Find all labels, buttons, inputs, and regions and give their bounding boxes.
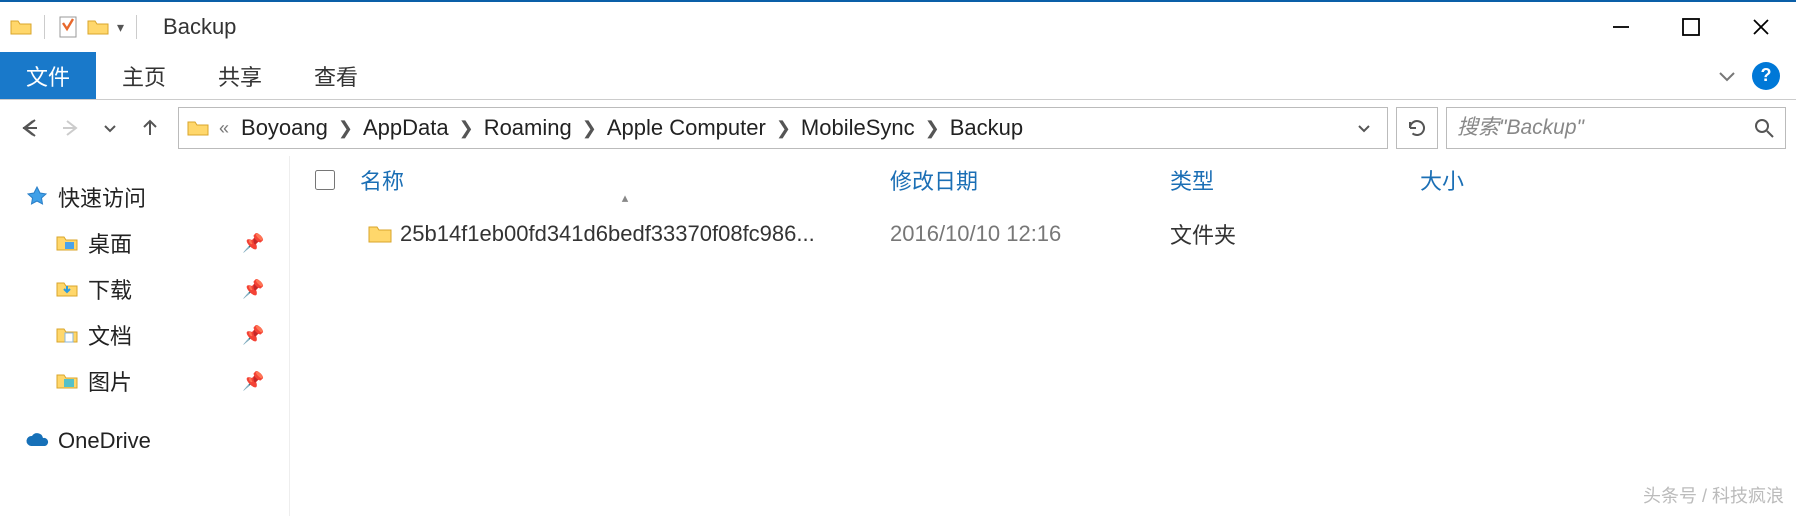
- chevron-right-icon[interactable]: ❯: [578, 118, 601, 139]
- separator: [44, 15, 45, 39]
- chevron-right-icon[interactable]: ❯: [334, 118, 357, 139]
- help-icon[interactable]: ?: [1752, 62, 1780, 90]
- tab-view[interactable]: 查看: [288, 52, 384, 99]
- folder-icon[interactable]: [87, 18, 109, 36]
- table-row[interactable]: 25b14f1eb00fd341d6bedf33370f08fc986... 2…: [290, 206, 1796, 252]
- close-button[interactable]: [1726, 2, 1796, 52]
- body: 快速访问 桌面 📌 下载 📌 文档 📌 图片 📌 OneDrive: [0, 156, 1796, 516]
- nav-buttons: [10, 114, 170, 142]
- select-all-checkbox[interactable]: [290, 170, 360, 190]
- file-name: 25b14f1eb00fd341d6bedf33370f08fc986...: [400, 221, 890, 247]
- up-button[interactable]: [136, 114, 164, 142]
- file-date: 2016/10/10 12:16: [890, 221, 1170, 247]
- cloud-icon: [24, 432, 50, 450]
- breadcrumb-item[interactable]: Boyoang: [235, 115, 334, 141]
- sidebar-item-documents[interactable]: 文档 📌: [0, 312, 289, 358]
- qat-dropdown-icon[interactable]: ▾: [117, 19, 124, 36]
- tab-share[interactable]: 共享: [192, 52, 288, 99]
- titlebar: ▾ Backup: [0, 2, 1796, 52]
- pin-icon[interactable]: 📌: [242, 233, 264, 254]
- minimize-button[interactable]: [1586, 2, 1656, 52]
- sidebar-item-label: 图片: [88, 365, 132, 397]
- sidebar: 快速访问 桌面 📌 下载 📌 文档 📌 图片 📌 OneDrive: [0, 156, 290, 516]
- history-chevrons-icon[interactable]: «: [219, 118, 235, 139]
- sidebar-onedrive[interactable]: OneDrive: [0, 418, 289, 464]
- sidebar-item-label: 桌面: [88, 227, 132, 259]
- sidebar-item-downloads[interactable]: 下载 📌: [0, 266, 289, 312]
- breadcrumb-item[interactable]: Backup: [944, 115, 1029, 141]
- breadcrumb-item[interactable]: Roaming: [478, 115, 578, 141]
- address-dropdown-icon[interactable]: [1341, 119, 1387, 137]
- breadcrumb-item[interactable]: Apple Computer: [601, 115, 772, 141]
- search-icon[interactable]: [1753, 117, 1775, 139]
- breadcrumb-item[interactable]: MobileSync: [795, 115, 921, 141]
- folder-icon: [54, 234, 80, 252]
- column-date[interactable]: 修改日期: [890, 164, 1170, 196]
- separator: [136, 15, 137, 39]
- sidebar-item-label: OneDrive: [58, 428, 151, 454]
- watermark: 头条号 / 科技疯浪: [1643, 482, 1784, 508]
- sidebar-item-desktop[interactable]: 桌面 📌: [0, 220, 289, 266]
- quick-access-toolbar: ▾: [0, 15, 151, 39]
- navigation-row: « Boyoang ❯ AppData ❯ Roaming ❯ Apple Co…: [0, 100, 1796, 156]
- breadcrumb-item[interactable]: AppData: [357, 115, 455, 141]
- pin-icon[interactable]: 📌: [242, 325, 264, 346]
- folder-icon: [360, 224, 400, 244]
- properties-icon[interactable]: [57, 15, 79, 39]
- maximize-button[interactable]: [1656, 2, 1726, 52]
- column-type[interactable]: 类型: [1170, 164, 1420, 196]
- tab-file[interactable]: 文件: [0, 52, 96, 99]
- sidebar-item-label: 快速访问: [58, 181, 146, 213]
- folder-icon: [54, 326, 80, 344]
- file-type: 文件夹: [1170, 218, 1420, 250]
- refresh-button[interactable]: [1396, 107, 1438, 149]
- app-folder-icon: [10, 18, 32, 36]
- search-box[interactable]: [1446, 107, 1786, 149]
- back-button[interactable]: [16, 114, 44, 142]
- chevron-right-icon[interactable]: ❯: [772, 118, 795, 139]
- recent-dropdown-icon[interactable]: [96, 114, 124, 142]
- star-icon: [24, 186, 50, 208]
- chevron-right-icon[interactable]: ❯: [455, 118, 478, 139]
- address-bar[interactable]: « Boyoang ❯ AppData ❯ Roaming ❯ Apple Co…: [178, 107, 1388, 149]
- search-input[interactable]: [1457, 116, 1753, 140]
- sidebar-item-label: 下载: [88, 273, 132, 305]
- ribbon-collapse-icon[interactable]: [1706, 65, 1748, 87]
- folder-icon: [179, 119, 219, 137]
- sidebar-item-pictures[interactable]: 图片 📌: [0, 358, 289, 404]
- forward-button[interactable]: [56, 114, 84, 142]
- pin-icon[interactable]: 📌: [242, 371, 264, 392]
- ribbon: 文件 主页 共享 查看 ?: [0, 52, 1796, 100]
- tab-home[interactable]: 主页: [96, 52, 192, 99]
- pin-icon[interactable]: 📌: [242, 279, 264, 300]
- window-title: Backup: [151, 14, 236, 40]
- file-list: 名称 修改日期 类型 大小 ▴ 25b14f1eb00fd341d6bedf33…: [290, 156, 1796, 516]
- folder-icon: [54, 280, 80, 298]
- sidebar-item-label: 文档: [88, 319, 132, 351]
- sidebar-quick-access[interactable]: 快速访问: [0, 174, 289, 220]
- column-size[interactable]: 大小: [1420, 164, 1620, 196]
- chevron-right-icon[interactable]: ❯: [921, 118, 944, 139]
- folder-icon: [54, 372, 80, 390]
